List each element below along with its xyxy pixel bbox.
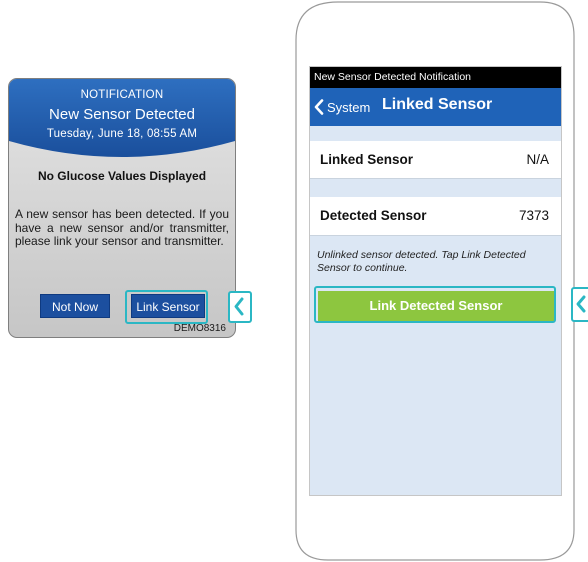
back-label: System [327,99,371,115]
info-text: Unlinked sensor detected. Tap Link Detec… [317,249,526,274]
phone-screen: New Sensor Detected Notification System … [309,66,562,496]
back-button[interactable]: System [314,97,370,117]
page-title: Linked Sensor [382,96,493,113]
detected-sensor-row: Detected Sensor 7373 [310,197,561,235]
linked-sensor-label: Linked Sensor [320,152,414,167]
status-bar: New Sensor Detected Notification [310,67,561,88]
back-chevron-icon [314,99,324,115]
detected-sensor-value: 7373 [518,208,549,223]
linked-sensor-row: Linked Sensor N/A [310,141,561,178]
linked-sensor-value: N/A [526,152,549,167]
chevron-left-icon [571,287,588,322]
row-divider [310,235,561,236]
row-divider [310,178,561,179]
detected-sensor-label: Detected Sensor [320,208,427,223]
link-detected-sensor-highlight [314,286,556,323]
nav-bar: System Linked Sensor [310,88,561,126]
